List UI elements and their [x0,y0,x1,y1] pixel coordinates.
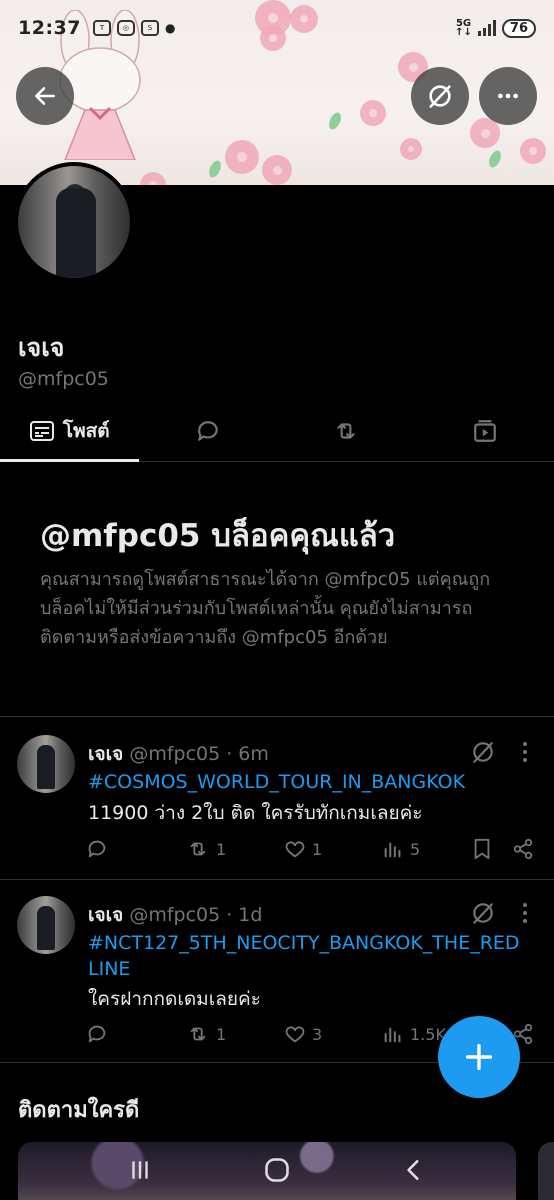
divider [0,879,554,880]
back-button[interactable] [16,67,74,125]
views-icon [384,842,401,858]
network-indicator: 5G ↑↓ [455,18,472,38]
views-icon [384,1027,401,1043]
post-text: 11900 ว่าง 2ใบ ติด ใครรับทักเกมเลยค่ะ [88,802,423,824]
talk-icon: T [92,20,111,36]
divider [0,716,554,717]
more-vertical-icon[interactable] [515,900,535,926]
reply-icon [88,840,106,858]
banner-flower [520,138,546,164]
bookmark-button[interactable] [472,838,492,860]
repost-button[interactable]: 1 [186,838,226,860]
post-hashtag[interactable]: #NCT127_5TH_NEOCITY_BANGKOK_THE_RED LINE [88,930,538,982]
dot-icon: ● [164,21,176,35]
system-nav-bar [0,1140,554,1200]
grok-icon [429,85,451,108]
back-icon[interactable] [401,1157,427,1183]
posts-icon [29,420,54,441]
more-horizontal-icon [498,93,518,99]
repost-count: 1 [216,1024,227,1044]
post-text: ใครฝากกดเดมเลยค่ะ [88,988,261,1010]
banner-flower [225,140,259,174]
tab-posts[interactable]: โพสต์ [0,400,139,462]
reply-button[interactable] [86,838,114,860]
banner-leaf [326,110,344,132]
banner-flower [140,172,166,185]
views-count: 5 [410,839,421,859]
post-header: เจเจ @mfpc05 · 1d [88,900,262,930]
tab-replies[interactable] [139,400,278,461]
blocked-title: @mfpc05 บล็อคคุณแล้ว [40,518,396,554]
post-header: เจเจ @mfpc05 · 6m [88,739,269,769]
repost-icon [337,422,355,439]
repost-icon [190,842,206,856]
grok-button[interactable] [411,67,469,125]
repost-button[interactable]: 1 [186,1023,226,1045]
banner-flower [360,100,386,126]
post-author-name: เจเจ [88,904,124,926]
post-author-name: เจเจ [88,743,124,765]
profile-avatar[interactable] [14,162,134,282]
more-vertical-icon[interactable] [515,739,535,765]
grok-icon[interactable] [470,739,496,765]
bookmark-icon [474,838,490,860]
reply-icon [197,420,218,441]
who-to-follow-title: ติดตามใครดี [18,1098,140,1123]
banner-flower [400,138,422,160]
post-avatar[interactable] [17,735,75,793]
like-count: 1 [312,839,323,859]
post-handle-time: @mfpc05 · 1d [129,904,263,926]
tab-media[interactable] [416,400,554,461]
grok-icon[interactable] [470,900,496,926]
heart-icon [285,841,305,858]
banner-leaf [206,158,224,180]
signal-icon [477,20,496,36]
reply-button[interactable] [86,1023,114,1045]
share-button[interactable] [512,838,534,860]
post-avatar[interactable] [17,896,75,954]
reply-icon [88,1025,106,1043]
media-icon [473,419,496,442]
views-button[interactable]: 1.5K [382,1023,446,1045]
views-button[interactable]: 5 [382,838,420,860]
post-handle-time: @mfpc05 · 6m [129,743,269,765]
heart-icon [285,1026,305,1043]
repost-count: 1 [216,839,227,859]
display-name: เจเจ [18,333,65,362]
share-icon [513,838,533,860]
status-time: 12:37 [18,17,81,39]
post-hashtag[interactable]: #COSMOS_WORLD_TOUR_IN_BANGKOK [88,769,538,795]
post-item[interactable]: เจเจ @mfpc05 · 6m #COSMOS_WORLD_TOUR_IN_… [0,735,554,875]
like-button[interactable]: 1 [284,838,322,860]
instagram-icon: ◎ [116,20,135,36]
like-count: 3 [312,1024,323,1044]
shopee-icon: S [140,20,159,36]
recent-apps-icon[interactable] [127,1157,153,1183]
like-button[interactable]: 3 [284,1023,322,1045]
compose-post-button[interactable] [438,1016,520,1098]
profile-tabs: โพสต์ [0,400,554,462]
home-icon[interactable] [263,1156,291,1184]
blocked-description: คุณสามารถดูโพสต์สาธารณะได้จาก @mfpc05 แต… [40,569,491,648]
plus-icon [465,1043,493,1071]
tab-posts-label: โพสต์ [62,419,110,442]
banner-flower [262,155,292,185]
battery-indicator: 76 [501,18,536,38]
more-options-button[interactable] [479,67,537,125]
tab-reposts[interactable] [277,400,416,461]
repost-icon [190,1027,206,1041]
back-arrow-icon [35,87,55,105]
post-actions: 1 1 5 [86,838,536,864]
banner-leaf [486,148,504,170]
status-bar: 12:37 T ◎ S ● 5G ↑↓ 76 [0,0,554,56]
profile-handle: @mfpc05 [18,368,109,390]
